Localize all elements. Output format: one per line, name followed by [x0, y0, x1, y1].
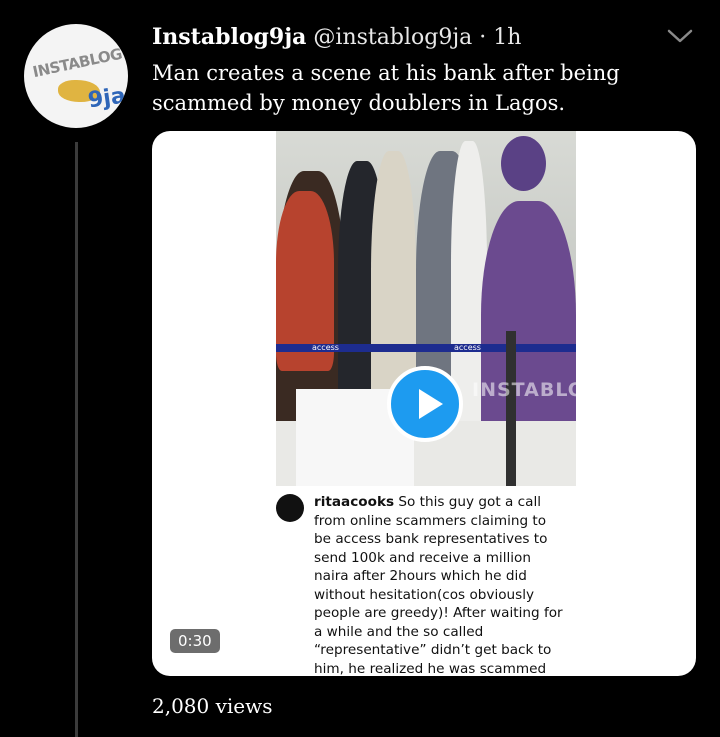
person-head — [501, 136, 546, 191]
comment-screenshot: ritaacooks So this guy got a call from o… — [314, 493, 564, 676]
comment-text: So this guy got a call from online scamm… — [314, 494, 563, 676]
author-handle[interactable]: @instablog9ja — [313, 25, 472, 50]
tweet-text: Man creates a scene at his bank after be… — [152, 61, 620, 115]
avatar[interactable]: INSTABLOG 9ja — [24, 24, 128, 128]
rope-label: access — [312, 343, 339, 352]
video-player[interactable]: access access INSTABLOG9JA ritaacooks So… — [152, 131, 696, 676]
video-watermark: INSTABLOG9JA — [472, 379, 576, 401]
stanchion-post — [506, 331, 516, 486]
queue-rope: access access — [276, 343, 576, 352]
comment-avatar — [276, 494, 304, 522]
play-icon — [419, 389, 443, 419]
author-name[interactable]: Instablog9ja — [152, 24, 306, 50]
avatar-logo-suffix: 9ja — [86, 83, 128, 114]
play-button[interactable] — [387, 366, 463, 442]
separator-dot: · — [479, 25, 487, 50]
comment-user: ritaacooks — [314, 494, 395, 510]
view-count: 2,080 views — [152, 694, 273, 718]
thread-line — [75, 142, 78, 737]
rope-label: access — [454, 343, 481, 352]
chevron-down-icon[interactable] — [666, 26, 694, 46]
video-duration: 0:30 — [170, 629, 220, 653]
tweet-header: Instablog9ja @instablog9ja · 1h — [152, 22, 521, 53]
timestamp[interactable]: 1h — [493, 25, 521, 50]
avatar-logo-text: INSTABLOG — [31, 44, 124, 82]
